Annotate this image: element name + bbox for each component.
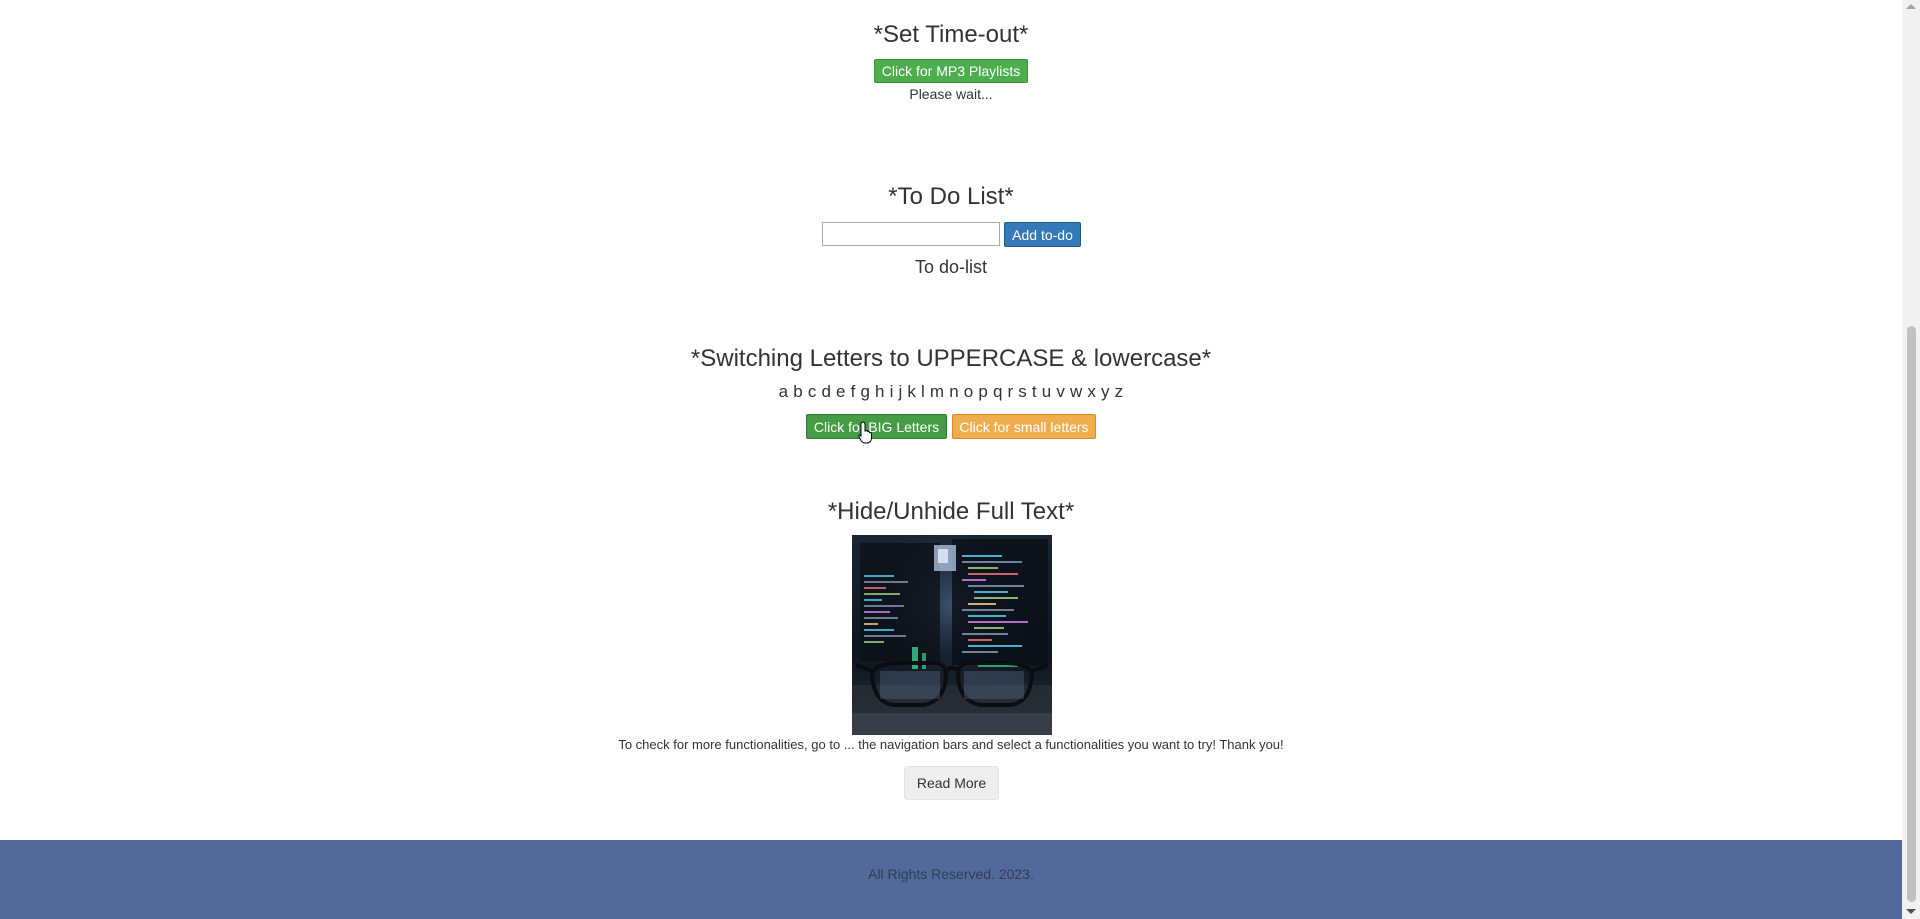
- scroll-up-arrow-icon[interactable]: [1906, 4, 1916, 9]
- code-screen-photo: [852, 535, 1052, 735]
- footer-copyright: All Rights Reserved. 2023.: [868, 866, 1034, 882]
- letters-title: *Switching Letters to UPPERCASE & lowerc…: [690, 345, 1212, 372]
- timeout-status: Please wait...: [909, 86, 993, 102]
- scrollbar-thumb[interactable]: [1907, 326, 1916, 902]
- code-screen-illustration: [852, 535, 1052, 735]
- mp3-playlists-button[interactable]: Click for MP3 Playlists: [874, 59, 1028, 83]
- big-letters-button[interactable]: Click for BIG Letters: [806, 414, 947, 439]
- scroll-down-arrow-icon[interactable]: [1906, 909, 1916, 914]
- small-letters-button[interactable]: Click for small letters: [952, 414, 1096, 439]
- todo-list-heading: To do-list: [914, 257, 988, 277]
- page-content: *Set Time-out* Click for MP3 Playlists P…: [0, 0, 1902, 919]
- todo-title: *To Do List*: [888, 183, 1014, 210]
- hide-title: *Hide/Unhide Full Text*: [827, 498, 1075, 525]
- timeout-title: *Set Time-out*: [873, 21, 1029, 48]
- add-todo-button[interactable]: Add to-do: [1004, 222, 1081, 247]
- read-more-button[interactable]: Read More: [904, 766, 999, 800]
- hand-cursor-icon: [858, 421, 872, 444]
- hide-full-text: To check for more functionalities, go to…: [618, 737, 1284, 752]
- footer: All Rights Reserved. 2023.: [0, 840, 1902, 919]
- vertical-scrollbar[interactable]: [1902, 0, 1920, 919]
- todo-input[interactable]: [822, 222, 1000, 246]
- alphabet-text: a b c d e f g h i j k l m n o p q r s t …: [778, 382, 1124, 401]
